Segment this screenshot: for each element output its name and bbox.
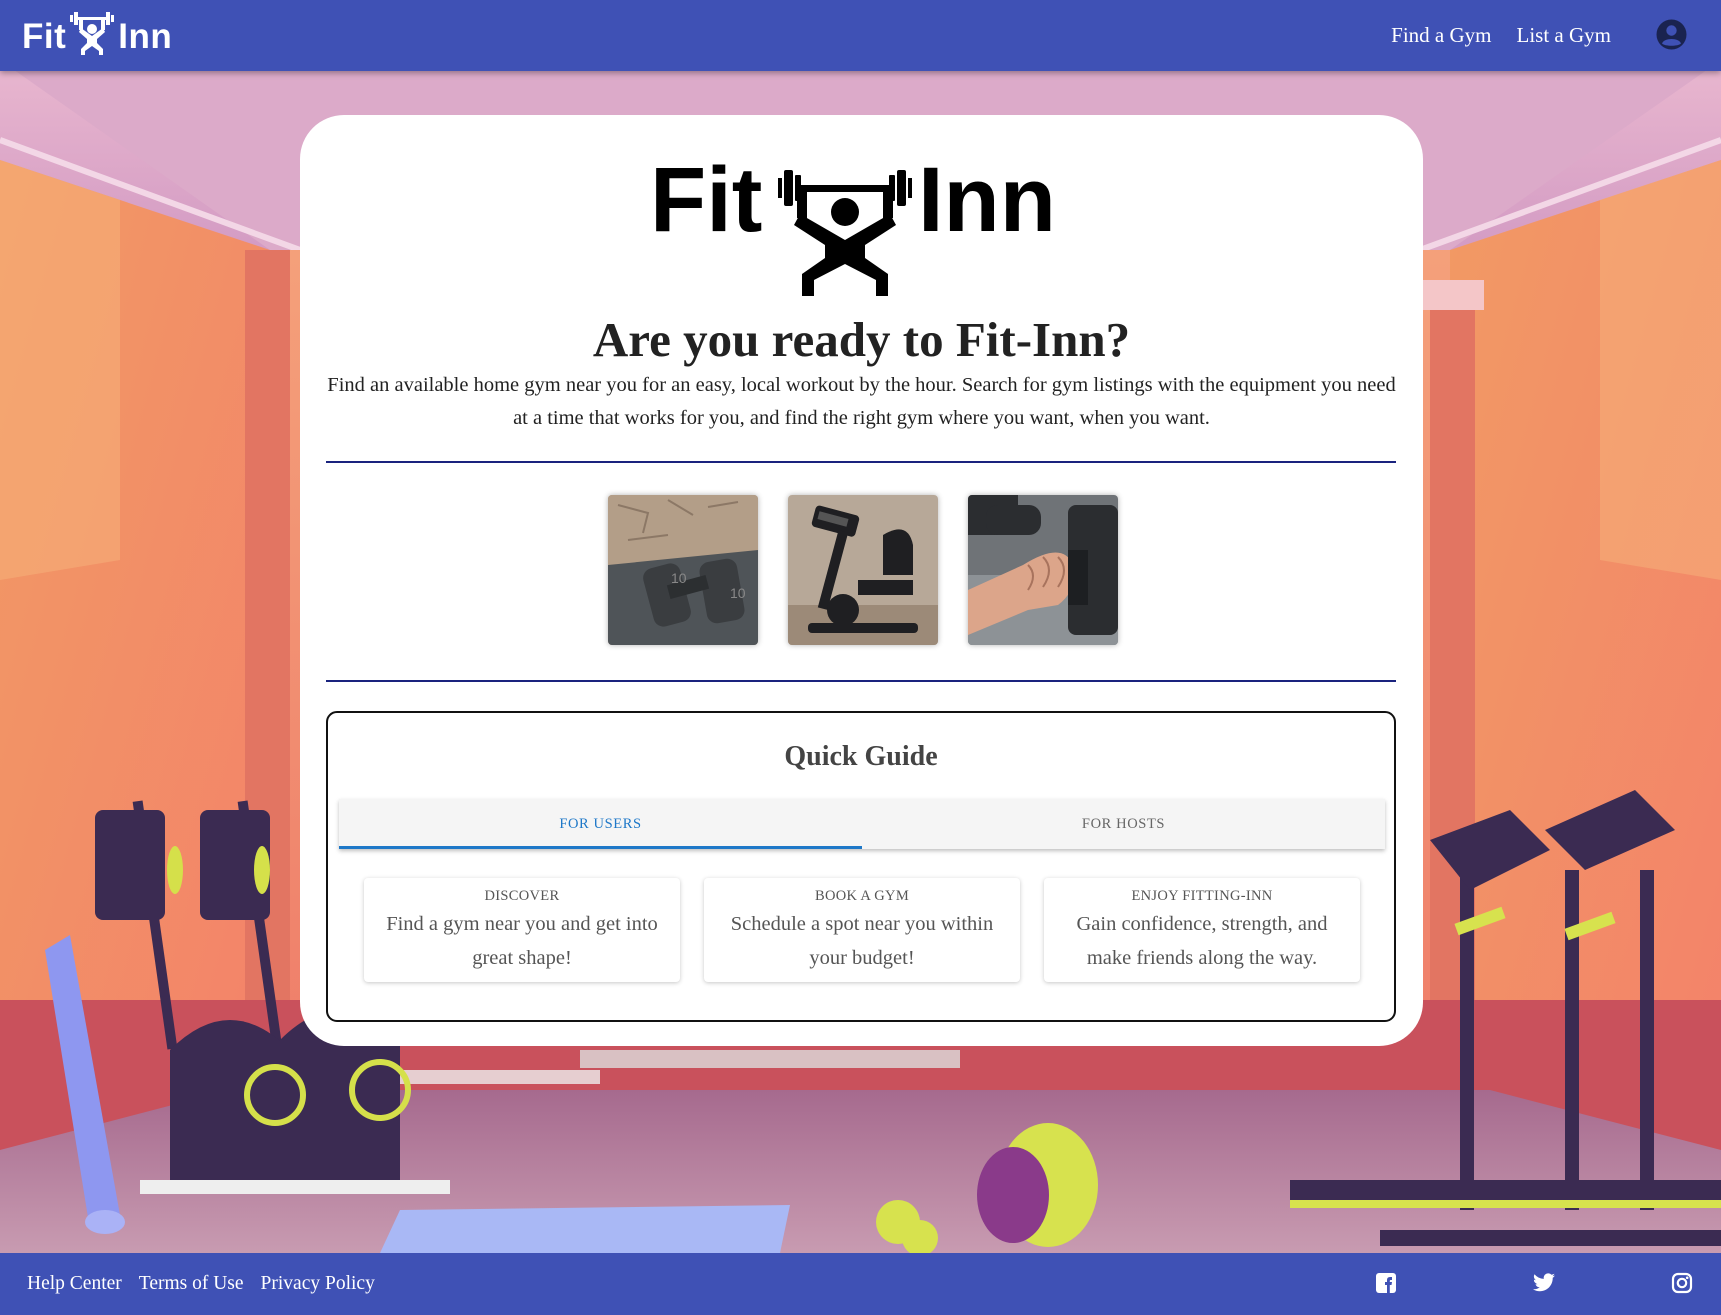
step-text: Gain confidence, strength, and make frie… bbox=[1076, 913, 1328, 969]
nav-find-a-gym[interactable]: Find a Gym bbox=[1391, 23, 1491, 48]
nav-list-a-gym[interactable]: List a Gym bbox=[1517, 23, 1612, 48]
photo-gallery: 10 10 bbox=[608, 495, 1118, 645]
brand-text-right: Inn bbox=[118, 16, 173, 56]
step-text: Schedule a spot near you within your bud… bbox=[730, 913, 994, 969]
step-label: DISCOVER bbox=[484, 888, 560, 904]
weightlifter-icon bbox=[778, 170, 912, 296]
footer: Help Center Terms of Use Privacy Policy bbox=[0, 1253, 1721, 1315]
account-circle-icon[interactable] bbox=[1656, 19, 1687, 50]
footer-terms-of-use[interactable]: Terms of Use bbox=[139, 1273, 244, 1295]
step-card-enjoy: ENJOY FITTING-INN Gain confidence, stren… bbox=[1044, 878, 1360, 982]
hero-title: Are you ready to Fit-Inn? bbox=[592, 312, 1131, 367]
footer-links: Help Center Terms of Use Privacy Policy bbox=[27, 1253, 375, 1315]
hero-description: Find an available home gym near you for … bbox=[327, 374, 1396, 429]
step-label: ENJOY FITTING-INN bbox=[1131, 888, 1273, 904]
instagram-icon[interactable] bbox=[1671, 1272, 1695, 1296]
hero-logo-text-left: Fit bbox=[650, 149, 762, 251]
step-card-discover: DISCOVER Find a gym near you and get int… bbox=[364, 878, 680, 982]
divider bbox=[326, 680, 1396, 682]
step-card-book-a-gym: BOOK A GYM Schedule a spot near you with… bbox=[704, 878, 1020, 982]
photo-hand-dumbbell bbox=[968, 495, 1118, 645]
svg-text:10: 10 bbox=[671, 570, 687, 586]
svg-text:10: 10 bbox=[730, 585, 746, 601]
photo-exercise-bike bbox=[788, 495, 938, 645]
quick-guide-title: Quick Guide bbox=[784, 741, 938, 772]
quick-guide-tabs: FOR USERS FOR HOSTS bbox=[339, 799, 1385, 849]
tab-for-hosts[interactable]: FOR HOSTS bbox=[862, 799, 1385, 849]
brand-text-left: Fit bbox=[22, 16, 67, 56]
footer-privacy-policy[interactable]: Privacy Policy bbox=[261, 1273, 375, 1295]
top-app-bar: Fit Inn Find a Gym List a Gym bbox=[0, 0, 1721, 71]
photo-dumbbells: 10 10 bbox=[608, 495, 758, 645]
guide-steps: DISCOVER Find a gym near you and get int… bbox=[364, 878, 1360, 982]
hero-card: Fit Inn Are you ready to Fit-Inn? Find a… bbox=[300, 115, 1423, 1046]
step-text: Find a gym near you and get into great s… bbox=[386, 913, 658, 969]
step-label: BOOK A GYM bbox=[814, 888, 910, 904]
brand-logo[interactable]: Fit Inn bbox=[22, 9, 172, 64]
facebook-icon[interactable] bbox=[1375, 1272, 1399, 1296]
divider bbox=[326, 461, 1396, 463]
hero-logo-text-right: Inn bbox=[918, 149, 1056, 251]
tab-for-users[interactable]: FOR USERS bbox=[339, 799, 862, 849]
main-nav: Find a Gym List a Gym bbox=[1391, 0, 1611, 71]
weightlifter-icon bbox=[70, 9, 115, 64]
footer-help-center[interactable]: Help Center bbox=[27, 1273, 122, 1295]
twitter-icon[interactable] bbox=[1532, 1272, 1556, 1296]
quick-guide: Quick Guide FOR USERS FOR HOSTS DISCOVER… bbox=[326, 711, 1396, 1022]
hero-logo: Fit Inn bbox=[650, 148, 1070, 300]
